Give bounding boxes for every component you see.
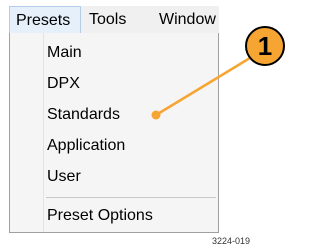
menu-bar: Presets Tools Window: [9, 6, 219, 34]
presets-dropdown-menu: Main DPX Standards Application User Pres…: [9, 33, 219, 233]
menu-separator: [46, 197, 216, 198]
menu-window[interactable]: Window: [159, 6, 219, 33]
figure-id-label: 3224-019: [211, 236, 250, 246]
callout-number-badge: 1: [245, 26, 285, 66]
menu-tools[interactable]: Tools: [89, 6, 149, 33]
screenshot-page: Presets Tools Window Main DPX Standards …: [0, 0, 298, 249]
menu-icon-gutter: [10, 33, 44, 232]
menu-item-main[interactable]: Main: [47, 43, 82, 63]
menu-presets[interactable]: Presets: [9, 6, 81, 33]
menu-item-standards[interactable]: Standards: [47, 105, 120, 125]
menu-item-dpx[interactable]: DPX: [47, 74, 80, 94]
menu-item-user[interactable]: User: [47, 167, 81, 187]
menu-item-application[interactable]: Application: [47, 136, 125, 156]
menu-item-preset-options[interactable]: Preset Options: [47, 206, 153, 226]
